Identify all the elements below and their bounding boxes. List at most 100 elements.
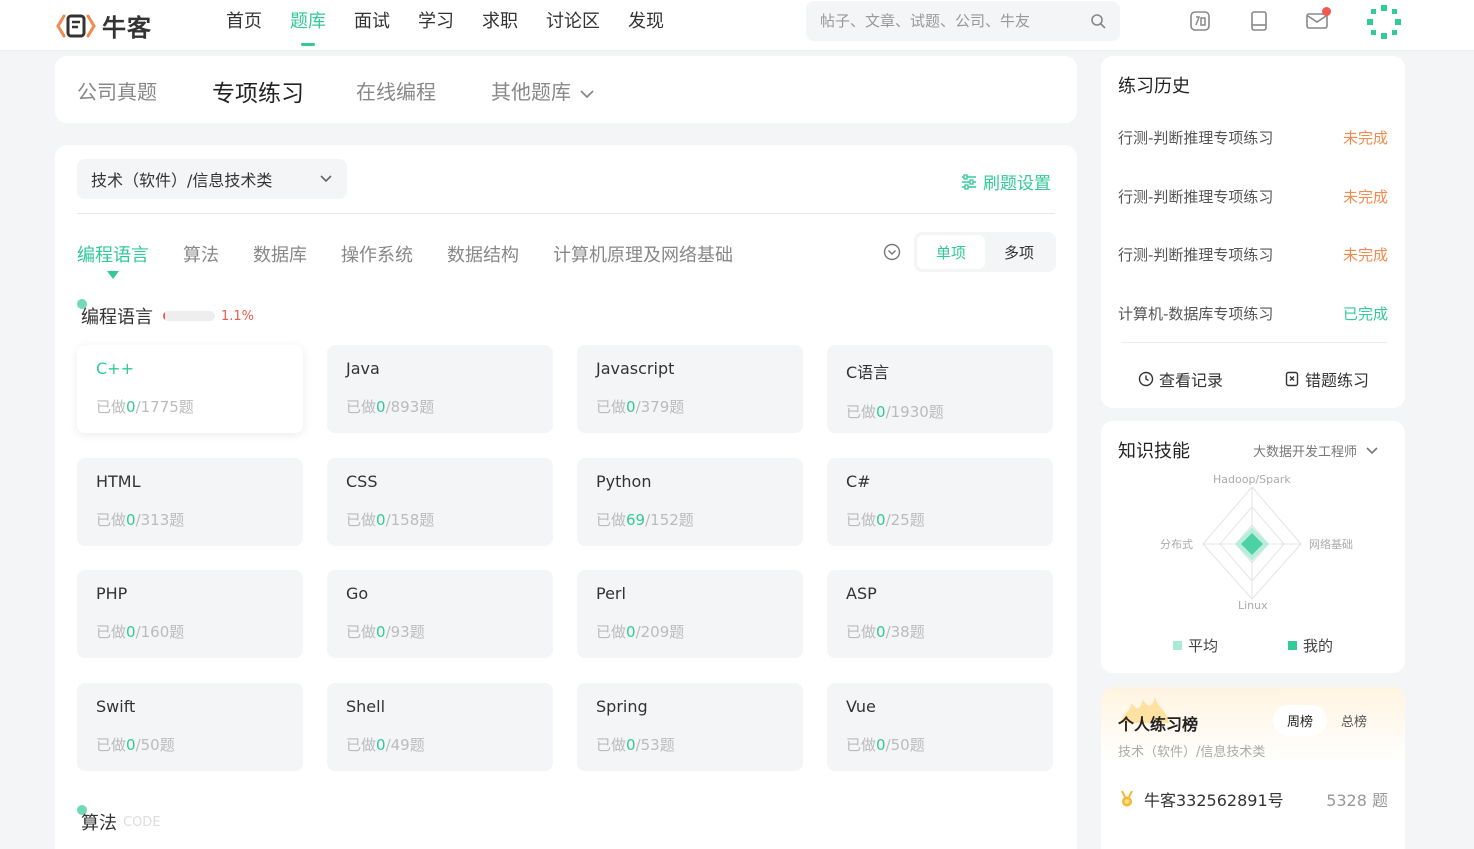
wrong-practice-button[interactable]: 错题练习 (1284, 367, 1369, 391)
section-title: 编程语言 (81, 307, 153, 328)
tab-topic-practice-label: 专项练习 (212, 81, 304, 107)
bank-type-tabs: 公司真题 专项练习 在线编程 其他题库 (55, 56, 1077, 123)
tab-company-questions[interactable]: 公司真题 (77, 76, 157, 105)
language-card[interactable]: Swift 已做0/50题 (77, 682, 303, 771)
logo[interactable]: 牛客 (56, 8, 152, 43)
language-card[interactable]: C# 已做0/25题 (827, 457, 1053, 546)
top-nav-bar: 牛客 首页 题库 面试 学习 求职 讨论区 发现 (0, 0, 1474, 51)
done-count: 0 (126, 623, 136, 641)
history-row[interactable]: 计算机-数据库专项练习 已完成 (1118, 303, 1388, 324)
language-name: Python (596, 471, 652, 491)
total-count: /313题 (135, 510, 185, 529)
nav-learn[interactable]: 学习 (418, 0, 454, 51)
language-name: C语言 (846, 363, 890, 382)
done-count: 0 (126, 510, 136, 529)
done-prefix: 已做 (846, 403, 877, 421)
history-row[interactable]: 行测-判断推理专项练习 未完成 (1118, 186, 1388, 207)
nav-interview[interactable]: 面试 (354, 0, 390, 51)
nav-discover[interactable]: 发现 (628, 0, 664, 51)
tab-topic-practice[interactable]: 专项练习 (212, 74, 304, 111)
language-name: Javascript (596, 359, 675, 378)
language-card[interactable]: Spring 已做0/53题 (577, 682, 803, 771)
role-select[interactable]: 大数据开发工程师 (1253, 441, 1379, 460)
language-card[interactable]: Go 已做0/93题 (327, 570, 553, 658)
subtab-computer-fundamentals[interactable]: 计算机原理及网络基础 (553, 241, 733, 267)
language-card[interactable]: C++ 已做0/1775题 (77, 345, 303, 433)
mail-button[interactable] (1305, 7, 1331, 33)
subtab-programming-languages[interactable]: 编程语言 (77, 241, 149, 279)
rank-tab-total[interactable]: 总榜 (1327, 705, 1381, 736)
chevron-down-icon (1366, 446, 1378, 454)
toggle-multi[interactable]: 多项 (985, 235, 1053, 269)
language-progress: 已做0/379题 (596, 396, 784, 417)
history-item-name: 计算机-数据库专项练习 (1118, 305, 1274, 323)
tab-online-coding[interactable]: 在线编程 (356, 76, 436, 105)
history-item-status: 未完成 (1342, 246, 1388, 264)
subtab-operating-system[interactable]: 操作系统 (341, 241, 413, 267)
history-row[interactable]: 行测-判断推理专项练习 未完成 (1118, 244, 1388, 265)
history-item-name: 行测-判断推理专项练习 (1118, 246, 1274, 264)
tab-other-banks[interactable]: 其他题库 (491, 76, 595, 105)
rank-row[interactable]: 牛客332562891号 5328 题 (1118, 787, 1388, 811)
section-dot (77, 299, 87, 309)
rank-tab-week[interactable]: 周榜 (1273, 705, 1328, 736)
done-count: 69 (626, 510, 646, 529)
done-prefix: 已做 (96, 398, 127, 416)
language-progress: 已做0/53题 (596, 734, 784, 755)
history-item-name: 行测-判断推理专项练习 (1118, 129, 1274, 147)
language-card[interactable]: Python 已做69/152题 (577, 457, 803, 546)
done-prefix: 已做 (346, 398, 377, 416)
wrong-practice-label: 错题练习 (1305, 371, 1370, 390)
done-prefix: 已做 (96, 510, 127, 529)
done-prefix: 已做 (596, 510, 627, 529)
single-multi-toggle: 单项 多项 (914, 232, 1056, 272)
progress-bar (163, 311, 215, 321)
done-prefix: 已做 (346, 510, 377, 529)
language-name: Go (346, 584, 369, 603)
language-card[interactable]: ASP 已做0/38题 (827, 570, 1053, 658)
language-card[interactable]: Perl 已做0/209题 (577, 570, 803, 658)
category-select[interactable]: 技术（软件）/信息技术类 (77, 159, 347, 199)
notebook-icon[interactable] (1247, 9, 1271, 33)
done-prefix: 已做 (596, 735, 627, 754)
legend-average: 平均 (1173, 635, 1218, 656)
language-card[interactable]: Java 已做0/893题 (327, 345, 553, 433)
nav-home[interactable]: 首页 (226, 0, 262, 51)
language-card[interactable]: C语言 已做0/1930题 (827, 345, 1053, 433)
recruit-icon[interactable] (1188, 9, 1212, 33)
language-card[interactable]: HTML 已做0/313题 (77, 457, 303, 546)
nav-question-bank[interactable]: 题库 (290, 0, 326, 51)
expand-circle-icon[interactable] (883, 243, 901, 261)
search-icon[interactable] (1090, 13, 1106, 29)
subtab-database[interactable]: 数据库 (253, 241, 307, 267)
language-card[interactable]: Javascript 已做0/379题 (577, 345, 803, 433)
language-progress: 已做0/38题 (846, 621, 1034, 642)
history-item-status: 未完成 (1342, 188, 1388, 206)
search-input[interactable] (820, 12, 1090, 30)
avatar[interactable] (1366, 4, 1402, 40)
language-progress: 已做0/893题 (346, 396, 534, 417)
language-progress: 已做0/158题 (346, 509, 534, 530)
language-card[interactable]: CSS 已做0/158题 (327, 457, 553, 546)
subtab-data-structures[interactable]: 数据结构 (447, 241, 519, 267)
view-records-button[interactable]: 查看记录 (1138, 367, 1223, 391)
subtab-algorithms[interactable]: 算法 (183, 241, 219, 267)
main-nav: 首页 题库 面试 学习 求职 讨论区 发现 (226, 0, 692, 51)
nav-jobs[interactable]: 求职 (482, 0, 518, 51)
language-name: Swift (96, 696, 136, 716)
done-prefix: 已做 (346, 735, 377, 754)
language-card[interactable]: PHP 已做0/160题 (77, 570, 303, 658)
practice-settings-button[interactable]: 刷题设置 (961, 169, 1051, 194)
rank-score: 5328 题 (1326, 791, 1388, 810)
language-card[interactable]: Shell 已做0/49题 (327, 682, 553, 771)
history-row[interactable]: 行测-判断推理专项练习 未完成 (1118, 127, 1388, 148)
section-algorithms: 算法 CODE (77, 805, 161, 835)
progress-fill (163, 311, 166, 321)
toggle-single[interactable]: 单项 (917, 235, 985, 269)
language-card[interactable]: Vue 已做0/50题 (827, 682, 1053, 771)
done-count: 0 (876, 623, 886, 641)
done-prefix: 已做 (846, 735, 877, 754)
nav-discuss[interactable]: 讨论区 (546, 0, 600, 51)
radar-axis-label: Linux (1238, 599, 1268, 612)
language-name: Java (346, 359, 380, 378)
